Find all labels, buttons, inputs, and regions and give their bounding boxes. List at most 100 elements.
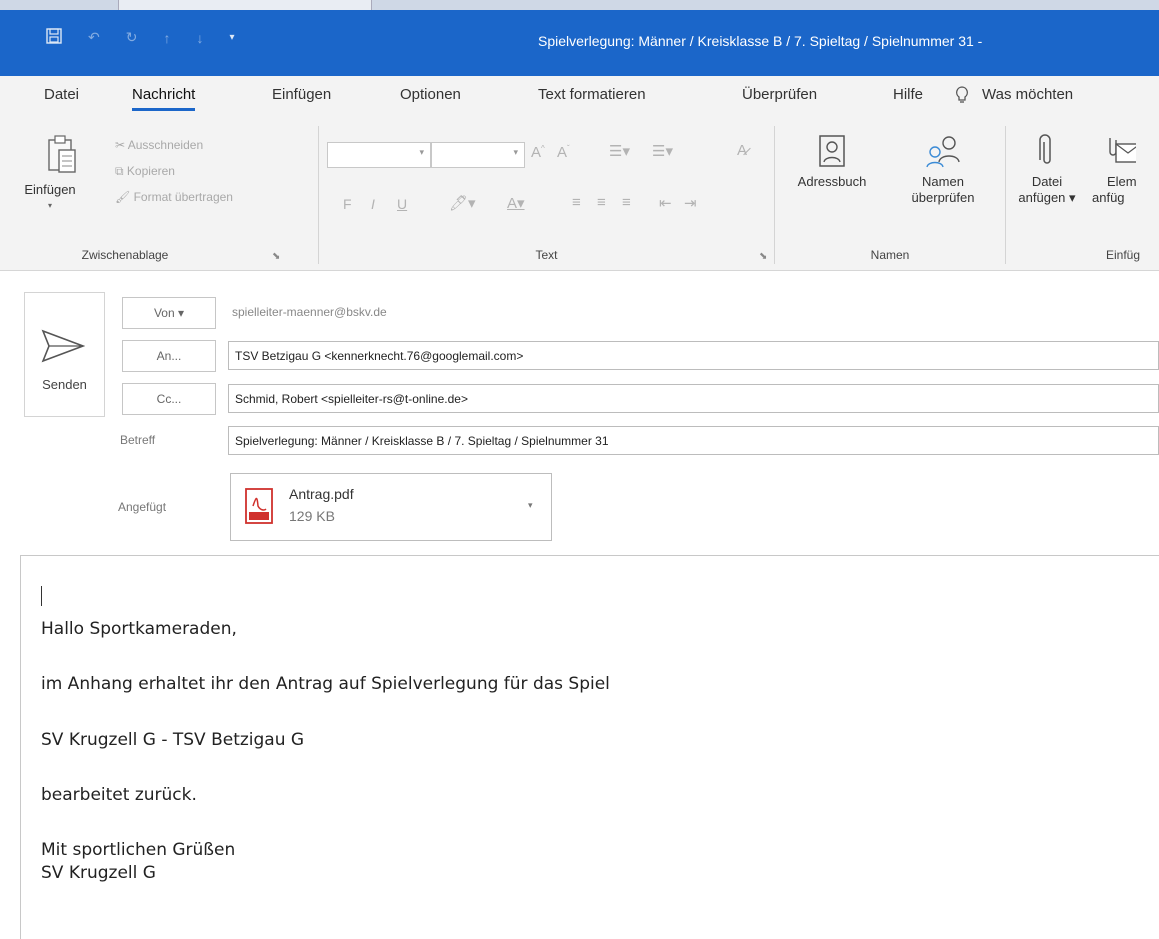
tab-text-formatieren[interactable]: Text formatieren [538, 86, 646, 103]
body-line: Mit sportlichen Grüßen [41, 840, 236, 860]
cc-button[interactable]: Cc... [122, 383, 216, 415]
copy-icon: ⧉ [115, 164, 124, 178]
align-right-icon[interactable]: ≡ [622, 194, 631, 211]
body-line: Hallo Sportkameraden, [41, 619, 237, 639]
check-names-label-line2: überprüfen [911, 190, 975, 205]
decrease-indent-icon[interactable]: ⇤ [659, 194, 672, 212]
body-line: SV Krugzell G [41, 863, 156, 883]
paste-button[interactable]: Einfügen ▾ [22, 134, 102, 214]
cc-field[interactable]: Schmid, Robert <spielleiter-rs@t-online.… [228, 384, 1159, 413]
numbering-icon[interactable]: ☰▾ [652, 142, 673, 160]
tab-einfuegen[interactable]: Einfügen [272, 86, 331, 103]
chevron-down-icon: ▾ [419, 147, 424, 157]
send-label: Senden [42, 377, 87, 392]
group-label-clipboard: Zwischenablage [81, 248, 169, 262]
align-center-icon[interactable]: ≡ [597, 194, 606, 211]
attach-item-label-line1: Elem [1107, 174, 1137, 189]
attached-label: Angefügt [118, 500, 167, 514]
up-arrow-icon[interactable]: ↑ [163, 30, 170, 46]
tab-datei[interactable]: Datei [44, 86, 79, 103]
scissors-icon: ✂ [115, 138, 126, 152]
down-arrow-icon[interactable]: ↓ [196, 30, 203, 46]
redo-icon[interactable]: ↻ [126, 29, 138, 46]
format-painter-button[interactable]: 🖌 Format übertragen [115, 190, 233, 204]
align-left-icon[interactable]: ≡ [572, 194, 581, 211]
bullets-icon[interactable]: ☰▾ [609, 142, 630, 160]
address-book-label: Adressbuch [797, 174, 867, 189]
bold-button[interactable]: F [343, 196, 352, 212]
font-name-combo[interactable]: ▾ [327, 142, 431, 168]
message-body[interactable]: Hallo Sportkameraden, im Anhang erhaltet… [20, 555, 1159, 939]
group-text: ▾ ▾ A^ Aˇ ☰▾ ☰▾ A̷ F I U 🖊▾ A▾ ≡ ≡ ≡ ⇤ ⇥… [319, 118, 774, 270]
paperclip-icon [1014, 134, 1080, 174]
attach-item-label-line2: anfüg [1092, 190, 1125, 205]
attachment-name: Antrag.pdf [289, 486, 354, 502]
compose-header: Senden Von ▾ spielleiter-maenner@bskv.de… [0, 271, 1159, 551]
paintbrush-icon: 🖌 [115, 190, 131, 204]
title-bar: ↶ ↻ ↑ ↓ ▾ Spielverlegung: Männer / Kreis… [0, 10, 1159, 76]
grow-font-icon[interactable]: A^ [531, 144, 545, 161]
tell-me-search[interactable]: Was möchten [982, 86, 1073, 103]
from-value: spielleiter-maenner@bskv.de [232, 305, 387, 319]
undo-icon[interactable]: ↶ [88, 29, 100, 46]
envelope-attach-icon [1090, 134, 1159, 174]
attach-file-label-line1: Datei [1031, 174, 1063, 189]
shrink-font-icon[interactable]: Aˇ [557, 144, 570, 161]
chevron-down-icon: ▾ [513, 147, 518, 157]
body-line: SV Krugzell G - TSV Betzigau G [41, 730, 305, 750]
attach-file-button[interactable]: Datei anfügen ▾ [1014, 134, 1080, 206]
dialog-launcher-icon[interactable]: ⬊ [759, 251, 767, 262]
send-button[interactable]: Senden [24, 292, 105, 417]
clipboard-icon [22, 134, 102, 182]
group-label-include: Einfüg [1106, 248, 1141, 262]
copy-button[interactable]: ⧉ Kopieren [115, 164, 175, 179]
attach-item-button[interactable]: Elem anfüg [1090, 134, 1159, 206]
copy-label: Kopieren [126, 164, 175, 178]
group-include: Datei anfügen ▾ Elem anfüg Einfüg [1006, 118, 1159, 270]
group-clipboard: Einfügen ▾ ✂ Ausschneiden ⧉ Kopieren 🖌 F… [0, 118, 318, 270]
subject-label: Betreff [120, 433, 156, 447]
group-names: Adressbuch Namen überprüfen Namen [775, 118, 1005, 270]
address-book-icon [787, 134, 877, 174]
lightbulb-icon[interactable] [955, 86, 969, 107]
tab-optionen[interactable]: Optionen [400, 86, 461, 103]
font-size-combo[interactable]: ▾ [431, 142, 525, 168]
tab-nachricht[interactable]: Nachricht [132, 86, 196, 111]
send-arrow-icon [41, 329, 86, 368]
window-title: Spielverlegung: Männer / Kreisklasse B /… [538, 33, 983, 49]
text-cursor [41, 586, 42, 606]
check-names-label-line1: Namen [922, 174, 964, 189]
ribbon: Einfügen ▾ ✂ Ausschneiden ⧉ Kopieren 🖌 F… [0, 118, 1159, 271]
chevron-down-icon[interactable]: ▾ [528, 500, 533, 511]
to-button[interactable]: An... [122, 340, 216, 372]
attachment-item[interactable]: Antrag.pdf 129 KB ▾ [230, 473, 552, 541]
format-painter-label: Format übertragen [133, 190, 233, 204]
check-names-button[interactable]: Namen überprüfen [893, 134, 993, 206]
paste-label: Einfügen [24, 182, 76, 197]
people-check-icon [893, 134, 993, 174]
save-icon[interactable] [46, 28, 62, 47]
to-field[interactable]: TSV Betzigau G <kennerknecht.76@googlema… [228, 341, 1159, 370]
dialog-launcher-icon[interactable]: ⬊ [272, 251, 280, 262]
underline-button[interactable]: U [397, 196, 407, 212]
background-window-strip [0, 0, 1159, 10]
attach-file-label-line2: anfügen ▾ [1018, 190, 1076, 205]
increase-indent-icon[interactable]: ⇥ [684, 194, 697, 212]
background-tab-fragment [118, 0, 372, 10]
chevron-down-icon[interactable]: ▾ [0, 198, 102, 214]
italic-button[interactable]: I [371, 196, 375, 212]
subject-field[interactable]: Spielverlegung: Männer / Kreisklasse B /… [228, 426, 1159, 455]
customize-icon[interactable]: ▾ [229, 32, 234, 43]
address-book-button[interactable]: Adressbuch [787, 134, 877, 190]
body-line: im Anhang erhaltet ihr den Antrag auf Sp… [41, 674, 610, 694]
font-color-icon[interactable]: A▾ [507, 194, 525, 212]
cut-button[interactable]: ✂ Ausschneiden [115, 138, 203, 152]
from-button[interactable]: Von ▾ [122, 297, 216, 329]
highlight-icon[interactable]: 🖊▾ [449, 194, 476, 212]
cut-label: Ausschneiden [127, 138, 204, 152]
attachment-size: 129 KB [289, 508, 335, 524]
tab-hilfe[interactable]: Hilfe [893, 86, 923, 103]
tab-ueberpruefen[interactable]: Überprüfen [742, 86, 817, 103]
clear-formatting-icon[interactable]: A̷ [737, 142, 747, 159]
pdf-file-icon [245, 488, 275, 529]
